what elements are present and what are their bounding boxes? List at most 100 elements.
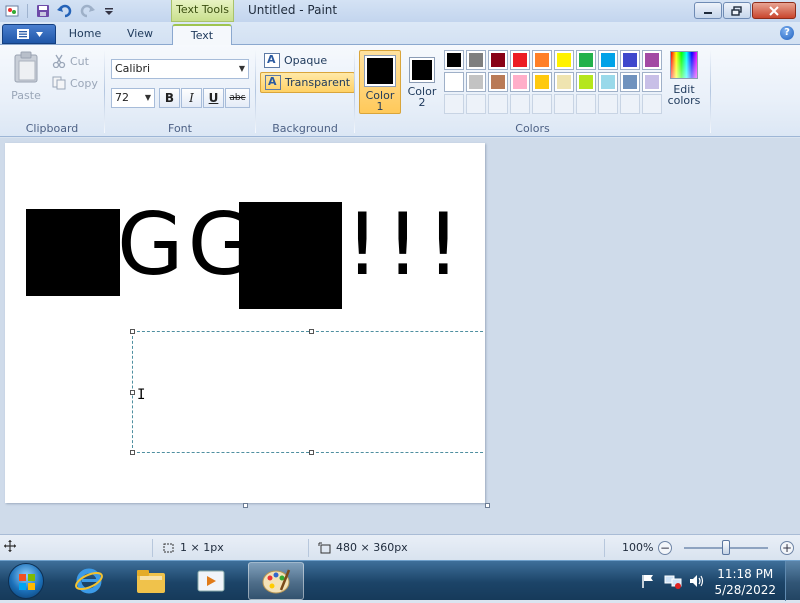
restore-button[interactable] — [723, 2, 751, 19]
palette-custom-slot[interactable] — [444, 94, 464, 114]
save-icon[interactable] — [33, 2, 53, 20]
zoom-out-button[interactable]: − — [658, 541, 672, 555]
status-separator — [604, 539, 605, 557]
palette-custom-slot[interactable] — [466, 94, 486, 114]
edit-colors-button[interactable]: Edit colors — [663, 51, 705, 107]
text-cursor-icon: I — [137, 387, 146, 403]
tab-text[interactable]: Text — [172, 24, 232, 46]
volume-icon[interactable] — [688, 573, 706, 589]
start-button[interactable] — [8, 563, 44, 599]
resize-handle[interactable] — [130, 390, 135, 395]
palette-swatch[interactable] — [444, 72, 464, 92]
network-icon[interactable] — [664, 573, 682, 589]
canvas-resize-handle-corner[interactable] — [485, 503, 490, 508]
system-tray: 11:18 PM 5/28/2022 — [630, 561, 800, 601]
palette-swatch[interactable] — [488, 50, 508, 70]
palette-custom-slot[interactable] — [554, 94, 574, 114]
action-center-flag-icon[interactable] — [640, 573, 656, 589]
taskbar-media-player[interactable] — [186, 562, 236, 600]
palette-custom-slot[interactable] — [620, 94, 640, 114]
strikethrough-button[interactable]: abc — [225, 88, 250, 108]
palette-custom-slot[interactable] — [642, 94, 662, 114]
palette-swatch[interactable] — [466, 72, 486, 92]
palette-swatch[interactable] — [554, 50, 574, 70]
taskbar-file-explorer[interactable] — [126, 562, 176, 600]
windows-logo-icon — [19, 574, 35, 590]
tab-view[interactable]: View — [114, 24, 166, 45]
help-icon[interactable]: ? — [780, 26, 794, 40]
palette-custom-slot[interactable] — [510, 94, 530, 114]
taskbar-clock[interactable]: 11:18 PM 5/28/2022 — [714, 566, 776, 598]
palette-swatch-fill — [447, 53, 461, 67]
palette-swatch[interactable] — [510, 72, 530, 92]
italic-button[interactable]: I — [181, 88, 202, 108]
font-size-select[interactable]: 72 ▼ — [111, 88, 155, 108]
palette-swatch-fill — [623, 75, 637, 89]
paint-app-icon[interactable] — [2, 2, 22, 20]
background-group: A Opaque A Transparent Background — [256, 45, 356, 137]
copy-button[interactable]: Copy — [52, 73, 98, 93]
palette-custom-slot[interactable] — [488, 94, 508, 114]
customize-qat-icon[interactable] — [99, 2, 119, 20]
palette-swatch[interactable] — [444, 50, 464, 70]
palette-swatch-fill — [469, 53, 483, 67]
chevron-down-icon — [35, 31, 43, 37]
palette-custom-slot[interactable] — [532, 94, 552, 114]
resize-handle[interactable] — [130, 450, 135, 455]
background-group-label: Background — [272, 122, 338, 135]
palette-swatch[interactable] — [554, 72, 574, 92]
undo-icon[interactable] — [55, 2, 75, 20]
palette-swatch[interactable] — [510, 50, 530, 70]
redaction-block — [239, 202, 342, 309]
color2-button[interactable]: Color 2 — [401, 50, 443, 114]
tab-home[interactable]: Home — [60, 24, 110, 45]
palette-swatch[interactable] — [598, 50, 618, 70]
minimize-button[interactable] — [694, 2, 722, 19]
underline-button[interactable]: U — [203, 88, 224, 108]
palette-swatch-fill — [557, 75, 571, 89]
clock-time: 11:18 PM — [717, 567, 774, 581]
palette-swatch[interactable] — [466, 50, 486, 70]
bold-button[interactable]: B — [159, 88, 180, 108]
transparent-button[interactable]: A Transparent — [260, 72, 356, 93]
show-desktop-button[interactable] — [785, 561, 800, 601]
close-button[interactable] — [752, 2, 796, 19]
taskbar-paint[interactable] — [248, 562, 304, 600]
font-family-select[interactable]: Calibri ▼ — [111, 59, 249, 79]
resize-handle[interactable] — [309, 329, 314, 334]
drawing-canvas[interactable]: GG !!! I — [5, 143, 485, 503]
palette-custom-slot[interactable] — [576, 94, 596, 114]
canvas-size-item: 480 × 360px — [318, 541, 408, 554]
palette-swatch-fill — [645, 53, 659, 67]
text-input-box[interactable]: I — [130, 329, 485, 455]
palette-swatch[interactable] — [620, 72, 640, 92]
palette-swatch[interactable] — [642, 72, 662, 92]
opaque-button[interactable]: A Opaque — [260, 50, 331, 71]
palette-swatch-fill — [579, 53, 593, 67]
palette-swatch-fill — [491, 75, 505, 89]
palette-swatch[interactable] — [598, 72, 618, 92]
palette-swatch[interactable] — [642, 50, 662, 70]
resize-handle[interactable] — [309, 450, 314, 455]
zoom-in-button[interactable]: + — [780, 541, 794, 555]
redo-icon[interactable] — [77, 2, 97, 20]
paste-button[interactable]: Paste — [6, 51, 46, 111]
taskbar-internet-explorer[interactable] — [64, 562, 114, 600]
cut-button[interactable]: Cut — [52, 51, 89, 71]
palette-swatch[interactable] — [532, 72, 552, 92]
palette-swatch[interactable] — [620, 50, 640, 70]
canvas-text-exclamations: !!! — [345, 195, 467, 295]
palette-swatch[interactable] — [532, 50, 552, 70]
zoom-slider-thumb[interactable] — [722, 540, 730, 555]
color1-button[interactable]: Color 1 — [359, 50, 401, 114]
font-size-value: 72 — [115, 91, 129, 104]
paint-menu-button[interactable] — [2, 24, 56, 44]
palette-swatch[interactable] — [576, 72, 596, 92]
palette-swatch[interactable] — [488, 72, 508, 92]
canvas-resize-handle-bottom[interactable] — [243, 503, 248, 508]
palette-custom-slot[interactable] — [598, 94, 618, 114]
palette-swatch[interactable] — [576, 50, 596, 70]
paint-menu-icon — [16, 29, 29, 39]
resize-handle[interactable] — [130, 329, 135, 334]
canvas-workspace[interactable]: GG !!! I — [0, 138, 800, 534]
